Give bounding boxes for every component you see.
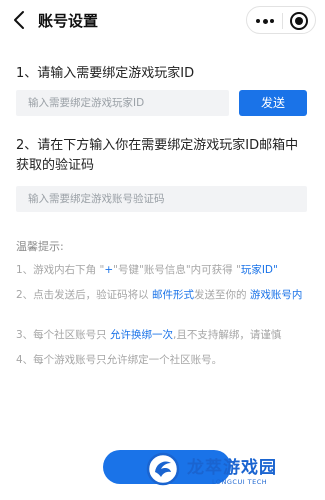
more-icon[interactable]: [256, 18, 274, 24]
nav-bar: 账号设置: [0, 0, 325, 40]
watermark-title: 龙萃游戏园: [187, 458, 277, 478]
player-id-input[interactable]: 输入需要绑定游戏玩家ID: [16, 90, 229, 116]
step1-label: 1、请输入需要绑定游戏玩家ID: [16, 66, 195, 81]
tip-2: 2、点击发送后，验证码将以 邮件形式发送至你的 游戏账号内: [16, 289, 303, 301]
back-arrow-icon[interactable]: [8, 8, 32, 32]
send-button[interactable]: 发送: [239, 90, 307, 116]
step2-label: 2、请在下方输入你在需要绑定游戏玩家ID邮箱中获取的验证码: [16, 138, 299, 173]
miniprogram-capsule: [246, 6, 316, 34]
page-title: 账号设置: [38, 12, 99, 30]
tip-3: 3、每个社区账号只 允许换绑一次,且不支持解绑，请谨慎: [16, 329, 282, 341]
watermark-logo-icon: [146, 452, 180, 486]
capsule-divider: [282, 13, 283, 29]
watermark-subtitle: LONGCUI TECH: [212, 478, 268, 486]
tips-title: 温馨提示:: [16, 240, 64, 253]
tip-4: 4、每个游戏账号只允许绑定一个社区账号。: [16, 354, 223, 366]
tip-1: 1、游戏内右下角 "+"号键"账号信息"内可获得 "玩家ID": [16, 264, 278, 276]
close-target-icon[interactable]: [290, 12, 308, 30]
verification-code-input[interactable]: 输入需要绑定游戏账号验证码: [16, 186, 307, 212]
